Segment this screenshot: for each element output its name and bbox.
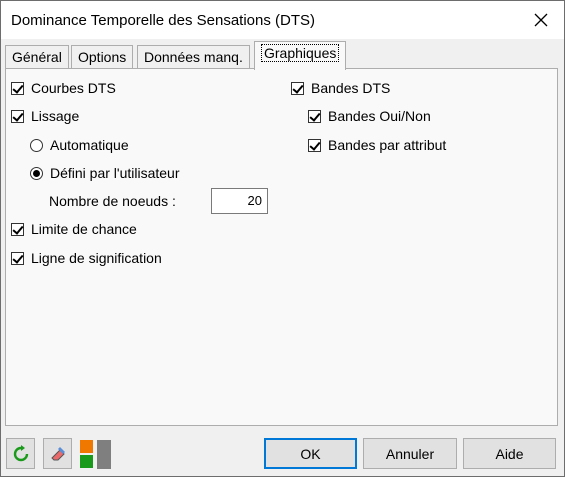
checkbox-label: Lissage [31,108,80,124]
courbes-dts-checkbox[interactable]: Courbes DTS [11,80,116,96]
radio-label: Automatique [50,137,129,153]
checkbox-box [11,251,24,265]
tab-graphiques[interactable]: Graphiques [254,41,347,70]
graphiques-panel [5,68,558,426]
checkbox-box [291,81,304,95]
automatique-radio[interactable]: Automatique [30,137,129,153]
checkbox-label: Bandes par attribut [328,137,447,153]
checkbox-label: Bandes Oui/Non [328,108,431,124]
toggle-options-icon[interactable] [80,438,113,469]
radio-label: Défini par l'utilisateur [50,165,180,181]
bandes-oui-non-checkbox[interactable]: Bandes Oui/Non [308,108,431,124]
nombre-noeuds-input[interactable]: 20 [211,188,268,214]
close-button[interactable] [518,1,564,39]
eraser-icon [50,446,65,460]
reset-button[interactable] [6,438,35,469]
tab-general[interactable]: Général [5,45,69,69]
bandes-attribut-checkbox[interactable]: Bandes par attribut [308,137,446,153]
window-title: Dominance Temporelle des Sensations (DTS… [11,12,316,29]
title-bar: Dominance Temporelle des Sensations (DTS… [1,1,564,39]
ligne-signification-checkbox[interactable]: Ligne de signification [11,250,162,266]
dialog-window: Dominance Temporelle des Sensations (DTS… [0,0,565,477]
checkbox-label: Ligne de signification [31,250,162,266]
checkbox-label: Courbes DTS [31,80,116,96]
checkbox-box [308,109,321,123]
eraser-button[interactable] [43,438,72,469]
checkbox-box [308,138,321,152]
close-icon [534,13,548,27]
orange-square [80,440,93,453]
tab-options[interactable]: Options [71,45,134,69]
checkbox-box [11,81,24,95]
green-square [80,455,93,468]
radio-circle [30,166,43,180]
bandes-dts-checkbox[interactable]: Bandes DTS [291,80,390,96]
checkbox-label: Bandes DTS [311,80,391,96]
aide-button[interactable]: Aide [463,438,556,469]
limite-chance-checkbox[interactable]: Limite de chance [11,221,137,237]
ok-button[interactable]: OK [264,438,357,469]
checkbox-label: Limite de chance [31,221,137,237]
lissage-checkbox[interactable]: Lissage [11,108,79,124]
defini-utilisateur-radio[interactable]: Défini par l'utilisateur [30,165,180,181]
radio-circle [30,138,43,152]
checkbox-box [11,109,24,123]
reset-icon [13,444,28,461]
toggle-bar [97,440,111,469]
checkbox-box [11,222,24,236]
nombre-noeuds-label: Nombre de noeuds : [49,193,176,209]
annuler-button[interactable]: Annuler [363,438,457,469]
tab-donnees-manquantes[interactable]: Données manq. [137,45,250,69]
